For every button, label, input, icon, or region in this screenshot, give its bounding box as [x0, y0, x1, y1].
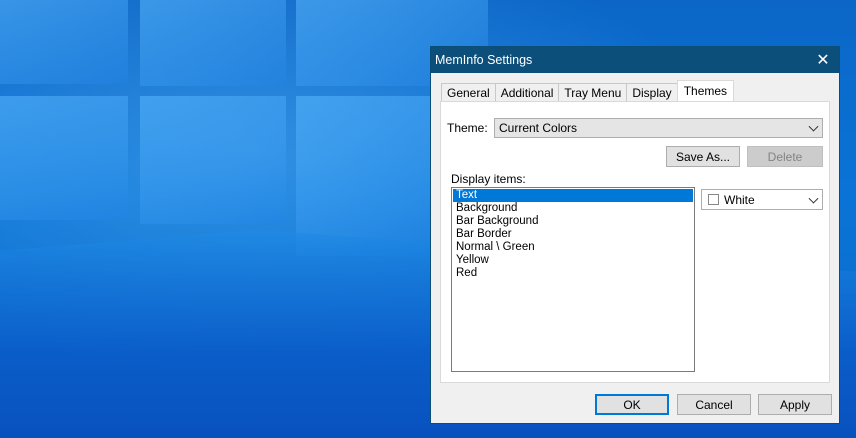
close-button[interactable]: ✕ — [807, 47, 839, 73]
list-item[interactable]: Text — [453, 189, 693, 202]
close-icon: ✕ — [816, 52, 830, 69]
theme-label: Theme: — [447, 121, 488, 135]
tab-additional[interactable]: Additional — [494, 83, 560, 101]
list-item[interactable]: Bar Background — [453, 215, 693, 228]
theme-select-value: Current Colors — [499, 121, 578, 135]
delete-button[interactable]: Delete — [747, 146, 823, 167]
tab-themes[interactable]: Themes — [676, 80, 735, 101]
chevron-down-icon — [808, 193, 819, 204]
tab-general[interactable]: General — [441, 83, 496, 101]
tab-tray-menu[interactable]: Tray Menu — [558, 83, 628, 101]
settings-dialog: MemInfo Settings ✕ General Additional Tr… — [430, 46, 840, 424]
wallpaper-pane — [0, 96, 128, 220]
display-items-label: Display items: — [451, 172, 526, 186]
list-item[interactable]: Bar Border — [453, 228, 693, 241]
wallpaper-pane — [140, 0, 286, 86]
title-bar[interactable]: MemInfo Settings ✕ — [431, 47, 839, 73]
cancel-button[interactable]: Cancel — [677, 394, 751, 415]
list-item[interactable]: Background — [453, 202, 693, 215]
dialog-title: MemInfo Settings — [435, 53, 533, 67]
chevron-down-icon — [808, 121, 819, 132]
wallpaper-pane — [140, 96, 286, 224]
themes-panel: Theme: Current Colors Save As... Delete … — [440, 101, 830, 383]
theme-select[interactable]: Current Colors — [494, 118, 823, 138]
tab-display[interactable]: Display — [626, 83, 678, 101]
save-as-button[interactable]: Save As... — [666, 146, 740, 167]
color-select-value: White — [724, 192, 755, 207]
tab-strip: General Additional Tray Menu Display The… — [441, 80, 735, 101]
apply-button[interactable]: Apply — [758, 394, 832, 415]
color-swatch — [708, 194, 719, 205]
wallpaper-pane — [296, 96, 430, 256]
list-item[interactable]: Red — [453, 267, 693, 280]
color-select[interactable]: White — [701, 189, 823, 210]
display-items-list[interactable]: Text Background Bar Background Bar Borde… — [451, 187, 695, 372]
wallpaper-pane — [0, 0, 128, 84]
list-item[interactable]: Yellow — [453, 254, 693, 267]
list-item[interactable]: Normal \ Green — [453, 241, 693, 254]
ok-button[interactable]: OK — [595, 394, 669, 415]
